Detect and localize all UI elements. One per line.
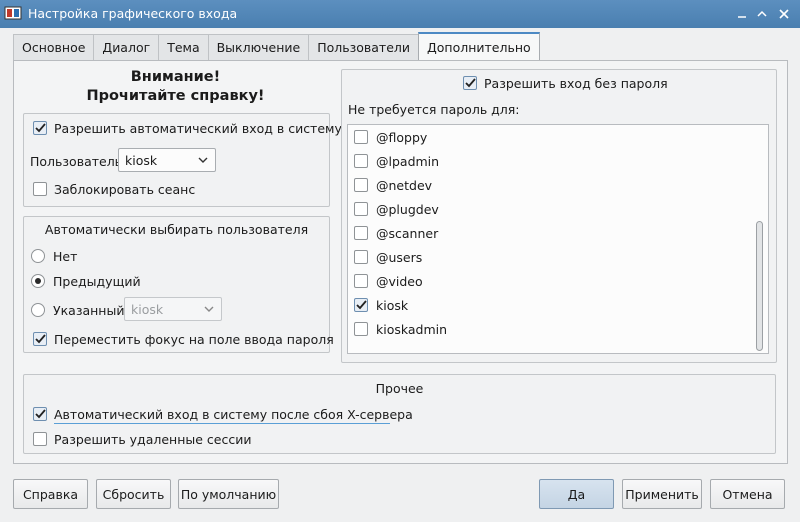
warning-subheading: Прочитайте справку! xyxy=(86,88,265,104)
crash-autologin-checkbox[interactable] xyxy=(33,407,47,421)
tab-dialog[interactable]: Диалог xyxy=(93,34,160,60)
list-item[interactable]: kiosk xyxy=(348,293,748,317)
radio-specified-label: Указанный: xyxy=(53,303,129,318)
list-item-label: @lpadmin xyxy=(376,154,440,169)
user-combo[interactable]: kiosk xyxy=(118,148,216,172)
lock-session-checkbox[interactable] xyxy=(33,182,47,196)
tab-advanced[interactable]: Дополнительно xyxy=(418,32,540,60)
apply-button[interactable]: Применить xyxy=(622,479,702,509)
list-item[interactable]: @video xyxy=(348,269,748,293)
crash-autologin-label: Автоматический вход в систему после сбоя… xyxy=(54,407,413,422)
chevron-down-icon xyxy=(197,153,209,170)
list-item[interactable]: @plugdev xyxy=(348,197,748,221)
list-item-checkbox[interactable] xyxy=(354,154,368,168)
tab-shutdown[interactable]: Выключение xyxy=(207,34,310,60)
dialog-window: Настройка графического входа Основное Ди… xyxy=(0,0,800,522)
list-item-checkbox[interactable] xyxy=(354,130,368,144)
app-icon xyxy=(4,5,22,21)
list-item[interactable]: @lpadmin xyxy=(348,149,748,173)
list-item[interactable]: @scanner xyxy=(348,221,748,245)
close-icon[interactable] xyxy=(774,4,794,24)
lock-session-label: Заблокировать сеанс xyxy=(54,182,196,197)
specified-user-value: kiosk xyxy=(131,301,164,317)
list-item[interactable]: @users xyxy=(348,245,748,269)
tab-users[interactable]: Пользователи xyxy=(308,34,419,60)
list-item-label: @scanner xyxy=(376,226,439,241)
focus-password-label: Переместить фокус на поле ввода пароля xyxy=(54,332,334,347)
list-item[interactable]: kioskadmin xyxy=(348,317,748,341)
list-item-checkbox[interactable] xyxy=(354,202,368,216)
minimize-icon[interactable] xyxy=(732,4,752,24)
list-item-checkbox[interactable] xyxy=(354,226,368,240)
list-item[interactable]: @floppy xyxy=(348,125,748,149)
list-item[interactable]: @netdev xyxy=(348,173,748,197)
ok-button[interactable]: Да xyxy=(539,479,614,509)
list-item-label: @video xyxy=(376,274,423,289)
list-item-label: kioskadmin xyxy=(376,322,448,337)
radio-none-label: Нет xyxy=(53,249,78,264)
list-item-label: kiosk xyxy=(376,298,409,313)
reset-button[interactable]: Сбросить xyxy=(96,479,171,509)
remote-sessions-label: Разрешить удаленные сессии xyxy=(54,432,252,447)
list-item-checkbox[interactable] xyxy=(354,178,368,192)
autologin-label: Разрешить автоматический вход в систему xyxy=(54,121,342,136)
list-item-checkbox[interactable] xyxy=(354,298,368,312)
nopassword-checkbox[interactable] xyxy=(463,76,477,90)
list-item-label: @netdev xyxy=(376,178,433,193)
warning-heading: Внимание! xyxy=(130,69,221,85)
radio-previous[interactable] xyxy=(31,274,45,288)
list-item-label: @users xyxy=(376,250,423,265)
focus-password-checkbox[interactable] xyxy=(33,332,47,346)
tab-bar: Основное Диалог Тема Выключение Пользова… xyxy=(13,32,540,61)
title-bar[interactable]: Настройка графического входа xyxy=(0,0,800,28)
misc-title: Прочее xyxy=(375,381,424,396)
autologin-checkbox[interactable] xyxy=(33,121,47,135)
tab-theme[interactable]: Тема xyxy=(158,34,209,60)
window-title: Настройка графического входа xyxy=(28,6,238,21)
nopassword-label: Разрешить вход без пароля xyxy=(484,76,668,91)
list-item-checkbox[interactable] xyxy=(354,250,368,264)
specified-user-combo[interactable]: kiosk xyxy=(124,297,222,321)
user-label: Пользователь: xyxy=(30,154,127,169)
list-item-checkbox[interactable] xyxy=(354,274,368,288)
radio-none[interactable] xyxy=(31,249,45,263)
help-button[interactable]: Справка xyxy=(13,479,88,509)
scrollbar-thumb[interactable] xyxy=(756,221,763,351)
focus-underline xyxy=(54,423,390,424)
tab-main[interactable]: Основное xyxy=(13,34,95,60)
maximize-icon[interactable] xyxy=(752,4,772,24)
remote-sessions-checkbox[interactable] xyxy=(33,432,47,446)
autoselect-title: Автоматически выбирать пользователя xyxy=(44,222,309,237)
cancel-button[interactable]: Отмена xyxy=(710,479,785,509)
defaults-button[interactable]: По умолчанию xyxy=(178,479,279,509)
list-scrollbar[interactable] xyxy=(756,129,765,351)
nopassword-list-label: Не требуется пароль для: xyxy=(348,102,520,117)
user-combo-value: kiosk xyxy=(125,152,158,168)
radio-specified[interactable] xyxy=(31,303,45,317)
radio-previous-label: Предыдущий xyxy=(53,274,141,289)
list-item-label: @floppy xyxy=(376,130,428,145)
chevron-down-icon xyxy=(203,302,215,319)
nopassword-user-list[interactable]: @floppy @lpadmin @netdev @plugdev @scann… xyxy=(347,124,769,354)
list-item-checkbox[interactable] xyxy=(354,322,368,336)
list-item-label: @plugdev xyxy=(376,202,439,217)
